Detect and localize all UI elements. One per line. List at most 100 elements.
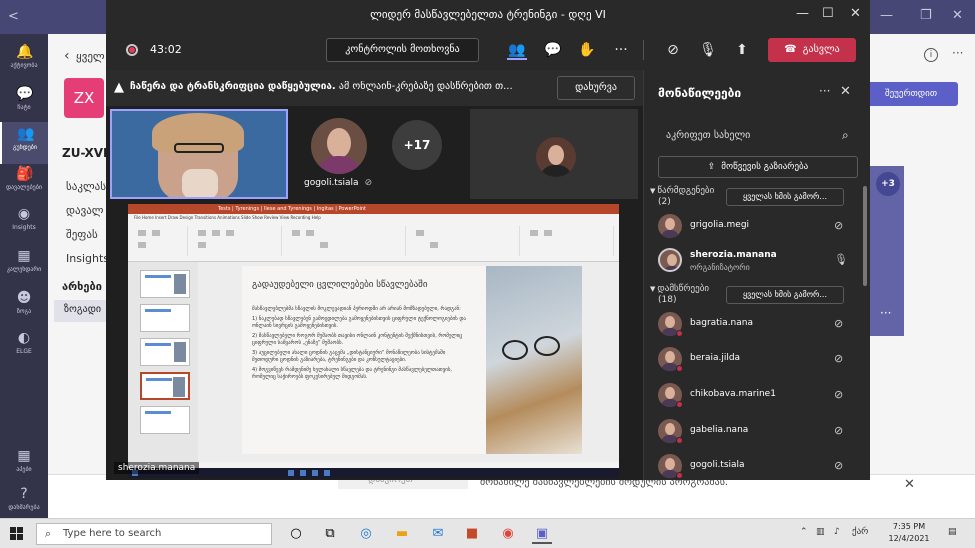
mic-off-icon[interactable]: ⊘ (834, 424, 843, 437)
participant-avatar (536, 137, 576, 177)
taskbar-search-input[interactable]: ⌕ Type here to search (36, 523, 272, 545)
chat-icon[interactable]: 💬 (543, 40, 563, 60)
presenters-section[interactable]: ▼ წარმდგენები (2) (650, 186, 714, 208)
participant-avatar[interactable] (311, 118, 367, 174)
apps-icon: ▦ (17, 448, 31, 464)
close-icon[interactable]: ✕ (952, 8, 963, 23)
camera-off-icon[interactable]: ⊘ (663, 40, 683, 60)
slide-thumbnail[interactable] (140, 304, 190, 332)
mic-off-icon[interactable]: ⊘ (834, 219, 843, 232)
rail-apps[interactable]: ▦ აპები (0, 444, 48, 486)
teams-icon: 👥 (17, 126, 35, 142)
close-icon[interactable]: ✕ (850, 6, 861, 21)
video-hand (182, 169, 218, 197)
back-chevron-icon[interactable]: ‹ (64, 48, 70, 64)
rail-elge[interactable]: ◐ ELGE (0, 326, 48, 368)
powerpoint-icon[interactable]: ■ (462, 524, 482, 544)
join-button[interactable]: შეუერთდით (864, 82, 958, 106)
mic-off-icon[interactable]: 🎙 (698, 40, 718, 60)
slide: გადაუდებელი ცვლილებები სწავლებაში მასწავ… (242, 266, 582, 454)
slide-paragraph: მასწავლებლებმა სწავლის მოკლევადიან პერიო… (252, 306, 461, 312)
minimize-icon[interactable]: — (880, 8, 893, 23)
back-arrow-icon[interactable]: < (8, 9, 19, 24)
tray-chevron-icon[interactable]: ⌃ (800, 527, 808, 537)
rail-label: აპები (16, 466, 32, 473)
close-icon[interactable]: ✕ (840, 84, 851, 99)
search-icon[interactable]: ⌕ (842, 128, 849, 143)
more-icon[interactable]: ··· (611, 40, 631, 60)
input-language[interactable]: ქარ (852, 527, 868, 537)
participant-search[interactable]: აკრიფეთ სახელი ⌕ (658, 124, 858, 150)
channel-general[interactable]: ზოგადი (54, 300, 108, 322)
rail-teams[interactable]: 👥 გუნდები (0, 122, 48, 164)
share-tray-icon[interactable]: ⬆ (732, 40, 752, 60)
mic-off-icon: ⊘ (364, 178, 373, 188)
clock-time: 7:35 PM (892, 522, 926, 531)
mail-icon[interactable]: ✉ (428, 524, 448, 544)
insights-icon: ◉ (17, 206, 31, 222)
all-teams-link[interactable]: ყველ (76, 50, 105, 63)
close-icon[interactable]: ✕ (904, 477, 915, 492)
mic-off-icon[interactable]: ⊘ (834, 388, 843, 401)
rail-bots[interactable]: ☻ ზოგა (0, 286, 48, 328)
slide-thumbnail[interactable] (140, 406, 190, 434)
cortana-icon[interactable]: ○ (286, 524, 306, 544)
rail-chat[interactable]: 💬 ჩატი (0, 82, 48, 124)
minimize-icon[interactable]: — (796, 6, 809, 21)
windows-start-icon[interactable] (10, 527, 24, 541)
rail-assignments[interactable]: 🎒 დავალებები (0, 162, 48, 204)
team-link-grades[interactable]: შეფას (66, 228, 98, 241)
rail-calendar[interactable]: ▦ კალენდარი (0, 244, 48, 286)
participant-row[interactable]: sherozia.manana ორგანიზატორი 🎙 (658, 246, 854, 274)
share-invite-button[interactable]: ⇪ მოწვევის გაზიარება (658, 156, 858, 178)
more-icon[interactable]: ··· (819, 84, 830, 98)
channels-header[interactable]: არხები (62, 280, 102, 293)
volume-icon[interactable]: ♪ (834, 527, 840, 537)
rail-insights[interactable]: ◉ Insights (0, 202, 48, 244)
mute-all-attendees-button[interactable]: ყველას ხმის გამორ... (726, 286, 844, 304)
participant-row[interactable]: grigolia.megi ⊘ (658, 212, 854, 240)
mute-all-presenters-button[interactable]: ყველას ხმის გამორ... (726, 188, 844, 206)
mic-off-icon[interactable]: ⊘ (834, 352, 843, 365)
participant-row[interactable]: bagratia.nana ⊘ (658, 310, 854, 338)
participant-row[interactable]: beraia.jilda ⊘ (658, 345, 854, 373)
shared-screen[interactable]: Tests | Tyrenings | Ilese and Tyrenings … (128, 204, 619, 478)
video-tile-participant[interactable] (470, 109, 638, 199)
video-tile-self[interactable] (110, 109, 288, 199)
maximize-icon[interactable]: ☐ (822, 6, 834, 21)
reactions-icon[interactable]: ✋ (577, 40, 597, 60)
leave-button[interactable]: ☎ გასვლა (768, 38, 856, 62)
team-link-assignments[interactable]: დავალ (66, 204, 104, 217)
slide-thumbnail[interactable] (140, 338, 190, 366)
participant-row[interactable]: gabelia.nana ⊘ (658, 417, 854, 445)
restore-icon[interactable]: ❐ (920, 8, 932, 23)
participant-row[interactable]: chikobava.marine1 ⊘ (658, 381, 854, 409)
card-more-icon[interactable]: ··· (880, 306, 891, 320)
mic-off-icon[interactable]: ⊘ (834, 459, 843, 472)
team-link-insights[interactable]: Insights (66, 252, 109, 265)
file-explorer-icon[interactable]: ▬ (392, 524, 412, 544)
participant-name: chikobava.marine1 (690, 389, 776, 399)
task-view-icon[interactable]: ⧉ (320, 524, 340, 544)
participant-row[interactable]: gogoli.tsiala ⊘ (658, 452, 854, 480)
attendees-section[interactable]: ▼ დამსწრეები (18) (650, 284, 709, 306)
people-icon[interactable]: 👥 (507, 40, 527, 60)
slide-thumbnail-selected[interactable] (140, 372, 190, 400)
request-control-button[interactable]: კონტროლის მოთხოვნა (326, 38, 479, 62)
network-icon[interactable]: ▥ (816, 527, 825, 537)
edge-icon[interactable]: ◎ (356, 524, 376, 544)
chrome-icon[interactable]: ◉ (498, 524, 518, 544)
participants-scrollbar[interactable] (863, 186, 867, 286)
overflow-participants[interactable]: +17 (392, 120, 442, 170)
more-icon[interactable]: ··· (952, 46, 963, 60)
mic-off-icon[interactable]: ⊘ (834, 317, 843, 330)
mic-icon[interactable]: 🎙 (834, 253, 848, 266)
info-icon[interactable]: i (924, 48, 938, 62)
rail-activity[interactable]: 🔔 აქტივობა (0, 40, 48, 82)
teams-app-icon[interactable]: ▣ (532, 524, 552, 544)
banner-close-button[interactable]: დახურვა (557, 76, 635, 100)
taskbar-clock[interactable]: 7:35 PM 12/4/2021 (884, 521, 934, 545)
notifications-icon[interactable]: ▤ (948, 527, 957, 537)
ribbon-group (132, 226, 188, 256)
slide-thumbnail[interactable] (140, 270, 190, 298)
